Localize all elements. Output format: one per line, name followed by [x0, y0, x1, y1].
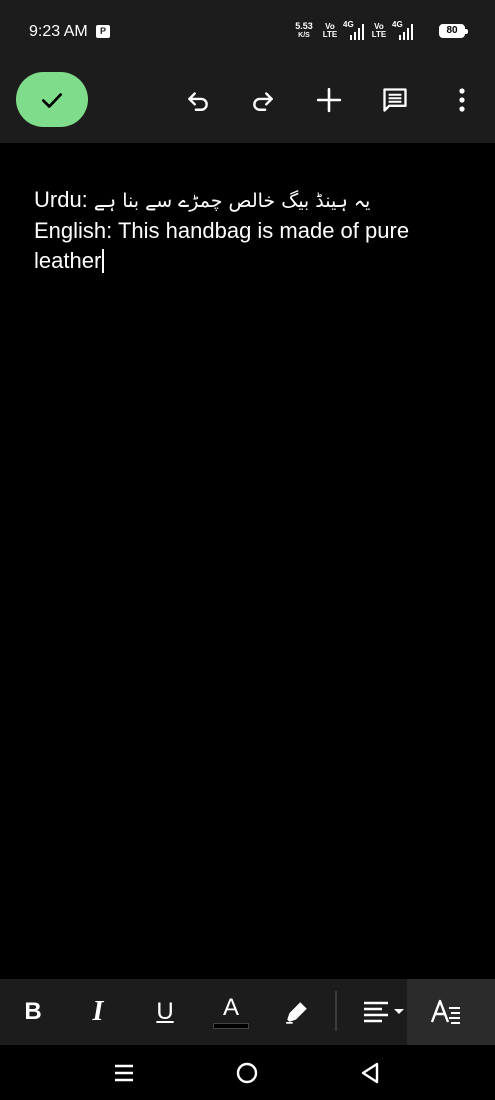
menu-icon — [115, 1064, 133, 1082]
back-triangle-icon — [361, 1062, 379, 1084]
format-bar: B I U A — [0, 979, 495, 1045]
checkmark-icon — [41, 92, 63, 108]
bold-label: B — [24, 998, 42, 1025]
editor-toolbar — [0, 62, 495, 143]
sim1-volte-line2: LTE — [322, 30, 338, 39]
comment-button[interactable] — [377, 82, 413, 118]
done-button[interactable] — [16, 72, 88, 127]
italic-label: I — [92, 996, 104, 1027]
home-button[interactable] — [235, 1061, 259, 1085]
system-nav-bar — [0, 1045, 495, 1100]
bold-button[interactable]: B — [18, 979, 48, 1045]
undo-button[interactable] — [180, 82, 216, 118]
home-circle-icon — [236, 1062, 258, 1084]
network-speed: 5.53 K/S — [293, 22, 315, 40]
redo-icon — [253, 92, 273, 111]
text-style-button[interactable] — [430, 979, 462, 1045]
sim1-signal-icon — [350, 24, 364, 40]
urdu-line: Urdu: یہ ہینڈ بیگ خالص چمڑے سے بنا ہے — [34, 187, 370, 213]
plus-icon — [316, 87, 342, 113]
sim1-volte: Vo LTE — [321, 23, 339, 39]
status-time: 9:23 AM — [29, 23, 88, 40]
status-bar: 9:23 AM P 5.53 K/S Vo LTE 4G Vo LTE 4G 8… — [0, 0, 495, 62]
comment-icon — [383, 88, 407, 112]
text-cursor — [102, 249, 105, 273]
undo-icon — [188, 92, 208, 111]
text-color-swatch — [213, 1022, 249, 1029]
english-line: English: This handbag is made of pure — [34, 218, 410, 243]
urdu-label: Urdu: — [34, 187, 88, 212]
app-notification-icon: P — [96, 25, 110, 38]
italic-button[interactable]: I — [86, 979, 110, 1045]
underline-button[interactable]: U — [150, 979, 180, 1045]
text-color-label: A — [222, 993, 239, 1021]
document-body[interactable]: Urdu: یہ ہینڈ بیگ خالص چمڑے سے بنا ہے En… — [0, 143, 495, 979]
network-speed-unit: K/S — [298, 32, 310, 39]
underline-label: U — [156, 998, 174, 1025]
sim2-volte-line2: LTE — [371, 30, 387, 39]
text-style-icon — [430, 999, 460, 1024]
back-button[interactable] — [358, 1061, 382, 1085]
network-speed-value: 5.53 — [295, 21, 313, 31]
format-divider — [335, 991, 337, 1031]
redo-button[interactable] — [245, 82, 281, 118]
urdu-text: یہ ہینڈ بیگ خالص چمڑے سے بنا ہے — [93, 190, 371, 212]
align-button[interactable] — [360, 979, 408, 1045]
insert-button[interactable] — [311, 82, 347, 118]
more-vertical-icon — [459, 88, 465, 112]
align-left-icon — [364, 1001, 404, 1023]
sim2-signal-icon — [399, 24, 413, 40]
recents-button[interactable] — [112, 1061, 136, 1085]
text-color-button[interactable]: A — [213, 979, 249, 1045]
english-line-2-text: leather — [34, 248, 102, 273]
battery-indicator: 80 — [439, 24, 468, 38]
highlighter-icon — [286, 1002, 307, 1024]
highlight-button[interactable] — [282, 979, 312, 1045]
sim2-volte: Vo LTE — [370, 23, 388, 39]
more-options-button[interactable] — [444, 82, 480, 118]
english-line-continued: leather — [34, 248, 105, 274]
